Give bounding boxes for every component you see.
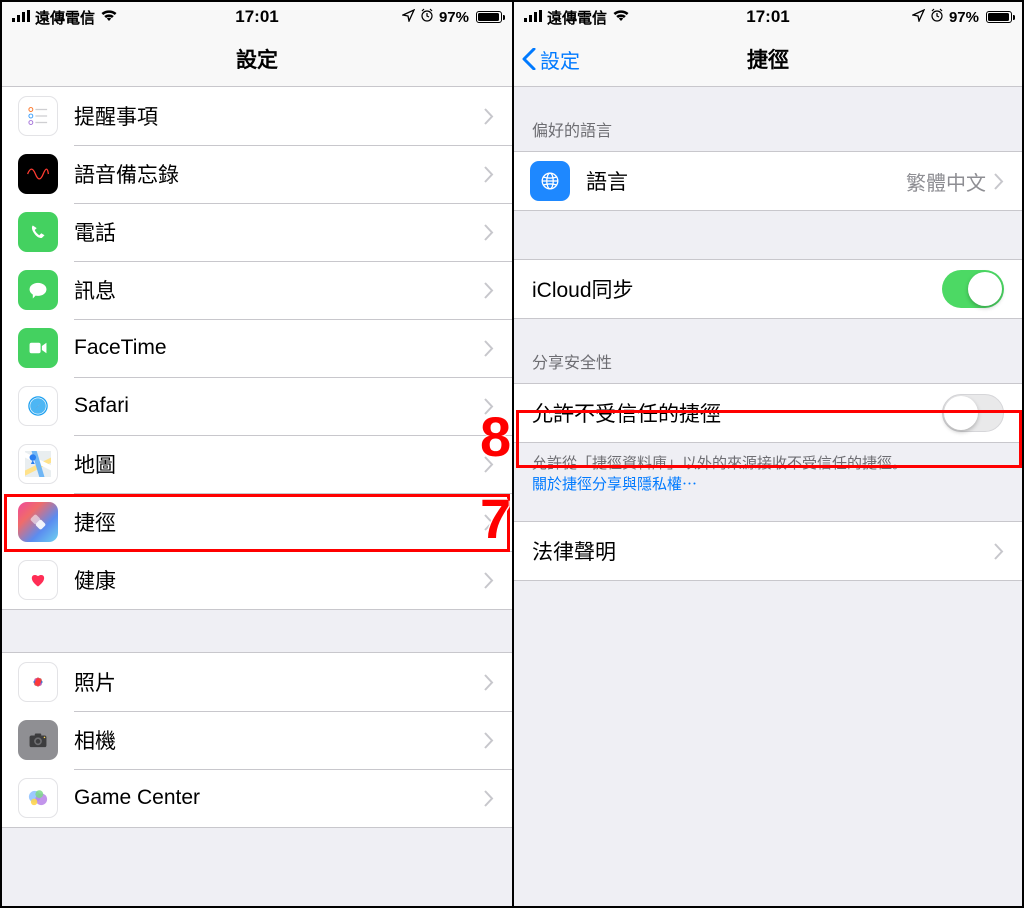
section-header-security: 分享安全性 [514,319,1022,383]
row-label: 捷徑 [74,507,484,537]
settings-row-safari[interactable]: Safari [2,377,512,435]
back-button[interactable]: 設定 [522,32,580,86]
page-title: 捷徑 [747,44,789,74]
settings-list[interactable]: 提醒事項 語音備忘錄 電話 [2,87,512,906]
wifi-icon [612,8,630,26]
chevron-right-icon [484,674,494,691]
settings-row-shortcuts[interactable]: 捷徑 [2,493,512,551]
row-label: 電話 [74,217,484,247]
voice-memos-icon [18,154,58,194]
row-label: 訊息 [74,275,484,305]
row-label: 語音備忘錄 [74,159,484,189]
back-label: 設定 [540,45,580,74]
chevron-right-icon [484,398,494,415]
alarm-icon [930,8,944,26]
location-icon [402,9,415,26]
wifi-icon [100,8,118,26]
chevron-right-icon [484,224,494,241]
health-icon [18,560,58,600]
page-title: 設定 [236,44,278,74]
settings-row-phone[interactable]: 電話 [2,203,512,261]
nav-bar: 設定 捷徑 [514,32,1022,87]
row-label: FaceTime [74,336,484,360]
chevron-right-icon [484,572,494,589]
status-time: 17:01 [746,7,789,27]
settings-row-maps[interactable]: 地圖 [2,435,512,493]
status-bar: 遠傳電信 17:01 97% [514,2,1022,32]
reminders-icon [18,96,58,136]
battery-icon [474,11,502,23]
about-privacy-link[interactable]: 關於捷徑分享與隱私權⋯ [532,476,697,493]
icloud-sync-row[interactable]: iCloud同步 [514,260,1022,318]
signal-icon [524,9,542,26]
status-time: 17:01 [235,7,278,27]
row-value: 繁體中文 [906,167,986,196]
facetime-icon [18,328,58,368]
shortcuts-settings-screen: 遠傳電信 17:01 97% 設定 [512,2,1022,906]
carrier-label: 遠傳電信 [547,7,607,28]
icloud-sync-toggle[interactable] [942,270,1004,308]
legal-row[interactable]: 法律聲明 [514,522,1022,580]
battery-percent: 97% [949,9,979,26]
camera-icon [18,720,58,760]
gamecenter-icon [18,778,58,818]
chevron-right-icon [484,108,494,125]
shortcuts-icon [18,502,58,542]
photos-icon [18,662,58,702]
nav-bar: 設定 [2,32,512,87]
chevron-right-icon [484,340,494,357]
chevron-right-icon [484,282,494,299]
status-bar: 遠傳電信 17:01 97% [2,2,512,32]
settings-row-gamecenter[interactable]: Game Center [2,769,512,827]
language-icon [530,161,570,201]
carrier-label: 遠傳電信 [35,7,95,28]
settings-row-messages[interactable]: 訊息 [2,261,512,319]
row-label: iCloud同步 [532,274,942,304]
settings-row-health[interactable]: 健康 [2,551,512,609]
row-label: 相機 [74,725,484,755]
row-label: 照片 [74,667,484,697]
settings-row-reminders[interactable]: 提醒事項 [2,87,512,145]
untrusted-footer: 允許從「捷徑資料庫」以外的來源接收不受信任的捷徑。 關於捷徑分享與隱私權⋯ [514,443,1022,503]
battery-icon [984,11,1012,23]
chevron-right-icon [484,790,494,807]
row-label: 地圖 [74,449,484,479]
row-label: 健康 [74,565,484,595]
chevron-right-icon [484,166,494,183]
settings-row-voicememos[interactable]: 語音備忘錄 [2,145,512,203]
chevron-right-icon [484,514,494,531]
allow-untrusted-toggle[interactable] [942,394,1004,432]
chevron-right-icon [994,543,1004,560]
settings-row-camera[interactable]: 相機 [2,711,512,769]
safari-icon [18,386,58,426]
signal-icon [12,9,30,26]
settings-row-photos[interactable]: 照片 [2,653,512,711]
settings-row-facetime[interactable]: FaceTime [2,319,512,377]
messages-icon [18,270,58,310]
row-label: 允許不受信任的捷徑 [532,398,942,428]
battery-percent: 97% [439,9,469,26]
row-label: 提醒事項 [74,101,484,131]
allow-untrusted-row[interactable]: 允許不受信任的捷徑 [514,384,1022,442]
chevron-right-icon [484,456,494,473]
alarm-icon [420,8,434,26]
settings-screen: 遠傳電信 17:01 97% 設定 [2,2,512,906]
chevron-right-icon [484,732,494,749]
phone-icon [18,212,58,252]
maps-icon [18,444,58,484]
section-header-language: 偏好的語言 [514,87,1022,151]
row-label: Game Center [74,786,484,810]
chevron-right-icon [994,173,1004,190]
row-label: 語言 [586,166,906,196]
row-label: Safari [74,394,484,418]
location-icon [912,9,925,26]
row-label: 法律聲明 [532,536,994,566]
footer-text: 允許從「捷徑資料庫」以外的來源接收不受信任的捷徑。 [532,455,907,472]
language-row[interactable]: 語言 繁體中文 [514,152,1022,210]
